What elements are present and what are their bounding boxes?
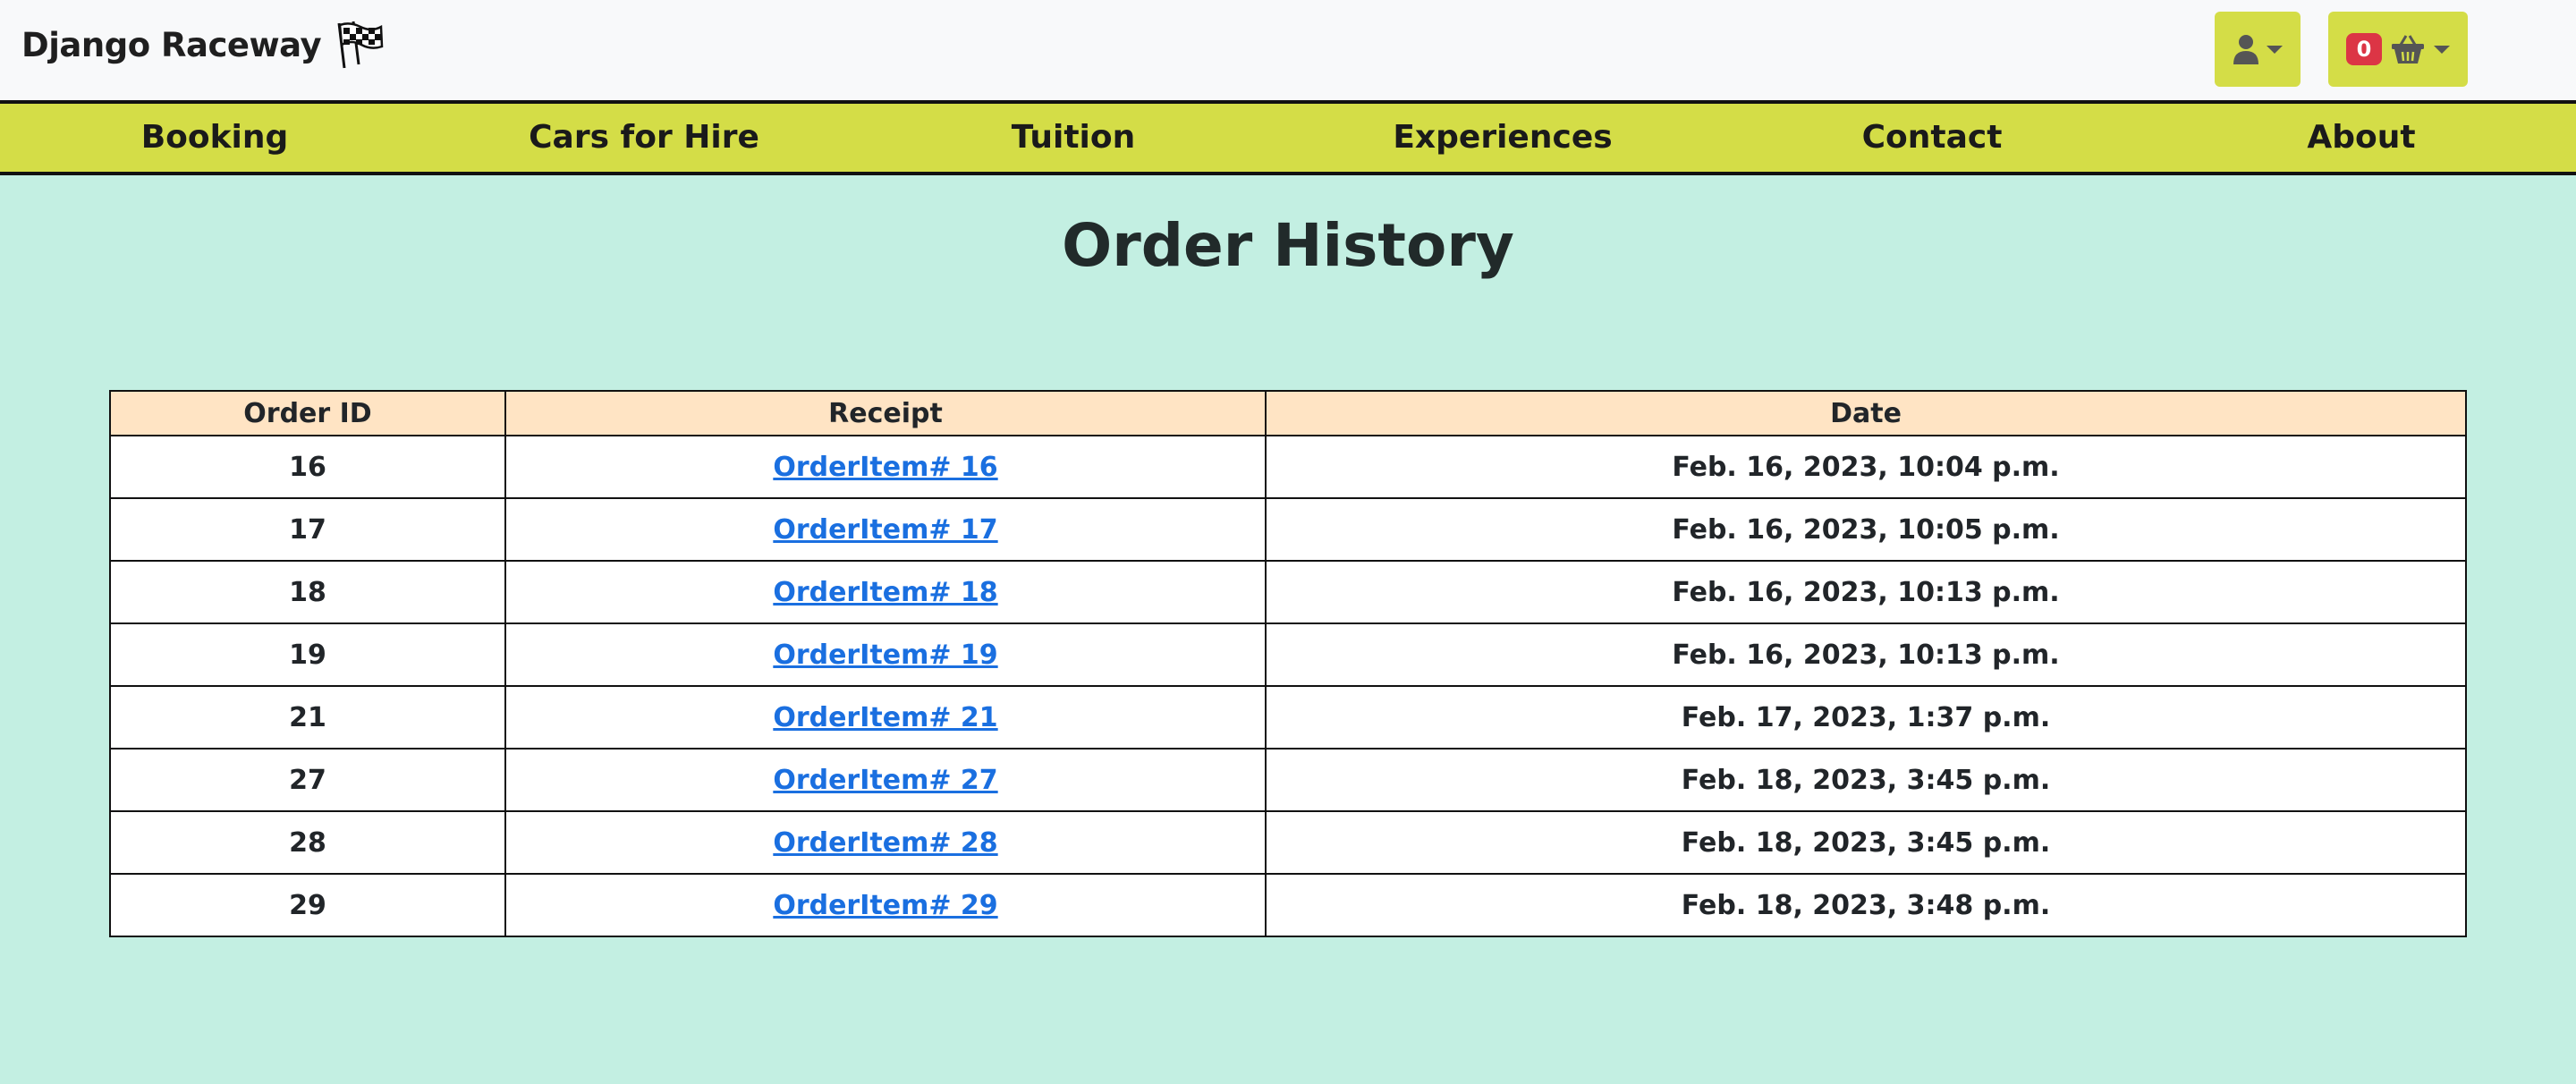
table-row: 16 OrderItem# 16 Feb. 16, 2023, 10:04 p.… [109,435,2467,499]
cart-count-badge: 0 [2345,33,2383,65]
nav-item-experiences[interactable]: Experiences [1393,104,1612,172]
table-row: 17 OrderItem# 17 Feb. 16, 2023, 10:05 p.… [109,497,2467,562]
column-header-receipt: Receipt [504,390,1267,436]
table-row: 27 OrderItem# 27 Feb. 18, 2023, 3:45 p.m… [109,748,2467,812]
date-cell: Feb. 17, 2023, 1:37 p.m. [1265,685,2467,749]
page-title: Order History [1062,211,1514,280]
date-cell: Feb. 18, 2023, 3:45 p.m. [1265,748,2467,812]
brand-name: Django Raceway [21,25,322,64]
receipt-cell: OrderItem# 17 [504,497,1267,562]
order-id-cell: 18 [109,560,506,624]
date-cell: Feb. 16, 2023, 10:05 p.m. [1265,497,2467,562]
date-cell: Feb. 16, 2023, 10:04 p.m. [1265,435,2467,499]
date-cell: Feb. 16, 2023, 10:13 p.m. [1265,622,2467,687]
nav-item-cars-for-hire[interactable]: Cars for Hire [529,104,759,172]
chevron-down-icon [2434,45,2451,54]
user-icon [2233,35,2258,64]
order-id-cell: 27 [109,748,506,812]
nav-item-tuition[interactable]: Tuition [1012,104,1135,172]
checkered-flag-icon [337,21,384,69]
nav-item-booking[interactable]: Booking [141,104,289,172]
nav-item-contact[interactable]: Contact [1862,104,2003,172]
account-dropdown-button[interactable] [2215,12,2301,87]
column-header-date: Date [1265,390,2467,436]
receipt-link[interactable]: OrderItem# 18 [773,577,997,608]
receipt-cell: OrderItem# 28 [504,810,1267,875]
order-id-cell: 21 [109,685,506,749]
receipt-cell: OrderItem# 16 [504,435,1267,499]
basket-icon [2392,35,2425,64]
table-row: 21 OrderItem# 21 Feb. 17, 2023, 1:37 p.m… [109,685,2467,749]
brand-logo[interactable]: Django Raceway [21,20,384,70]
receipt-cell: OrderItem# 29 [504,873,1267,937]
receipt-link[interactable]: OrderItem# 17 [773,514,997,546]
order-id-cell: 19 [109,622,506,687]
table-row: 19 OrderItem# 19 Feb. 16, 2023, 10:13 p.… [109,622,2467,687]
order-id-cell: 29 [109,873,506,937]
table-row: 18 OrderItem# 18 Feb. 16, 2023, 10:13 p.… [109,560,2467,624]
receipt-cell: OrderItem# 27 [504,748,1267,812]
date-cell: Feb. 18, 2023, 3:48 p.m. [1265,873,2467,937]
order-history-table: Order ID Receipt Date 16 OrderItem# 16 F… [109,390,2467,937]
table-header-row: Order ID Receipt Date [109,390,2467,436]
table-row: 28 OrderItem# 28 Feb. 18, 2023, 3:45 p.m… [109,810,2467,875]
receipt-cell: OrderItem# 18 [504,560,1267,624]
chevron-down-icon [2267,45,2283,54]
order-id-cell: 16 [109,435,506,499]
cart-dropdown-button[interactable]: 0 [2328,12,2468,87]
order-id-cell: 28 [109,810,506,875]
order-id-cell: 17 [109,497,506,562]
date-cell: Feb. 18, 2023, 3:45 p.m. [1265,810,2467,875]
receipt-link[interactable]: OrderItem# 16 [773,452,997,483]
receipt-link[interactable]: OrderItem# 29 [773,890,997,921]
top-bar: Django Raceway 0 [0,0,2576,100]
receipt-link[interactable]: OrderItem# 21 [773,702,997,733]
receipt-link[interactable]: OrderItem# 27 [773,765,997,796]
nav-item-about[interactable]: About [2307,104,2415,172]
date-cell: Feb. 16, 2023, 10:13 p.m. [1265,560,2467,624]
table-row: 29 OrderItem# 29 Feb. 18, 2023, 3:48 p.m… [109,873,2467,937]
main-nav: Booking Cars for Hire Tuition Experience… [0,100,2576,175]
receipt-cell: OrderItem# 19 [504,622,1267,687]
receipt-link[interactable]: OrderItem# 28 [773,827,997,859]
receipt-link[interactable]: OrderItem# 19 [773,639,997,671]
receipt-cell: OrderItem# 21 [504,685,1267,749]
column-header-order-id: Order ID [109,390,506,436]
